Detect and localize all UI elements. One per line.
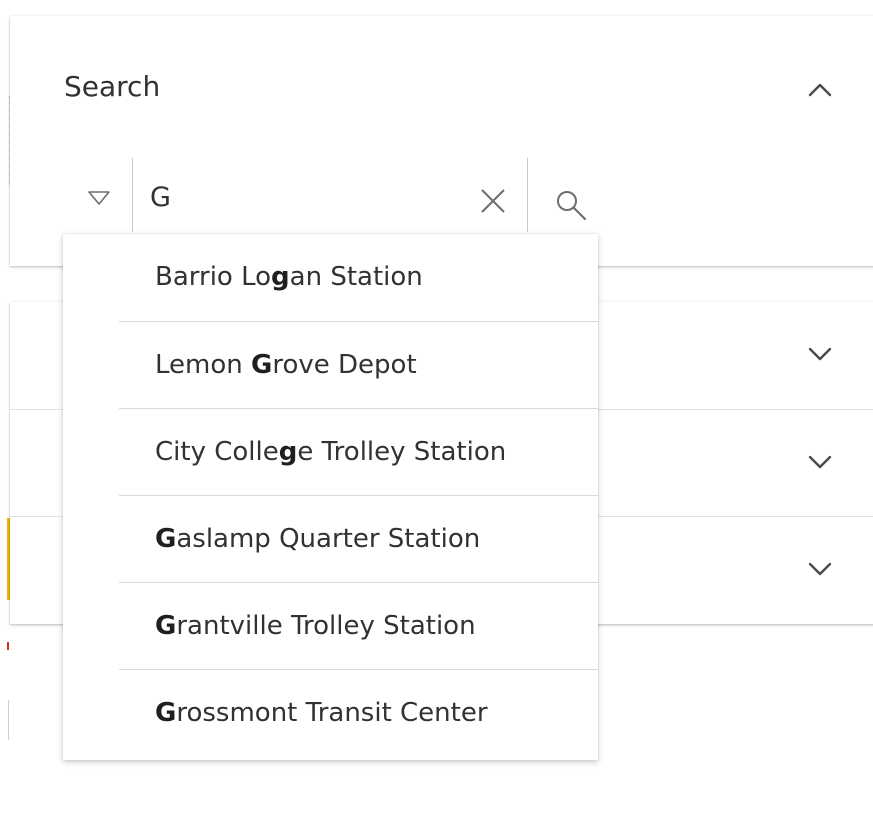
suggestion-text: Grantville Trolley Station — [155, 611, 476, 641]
chevron-up-icon[interactable] — [806, 80, 834, 100]
search-input[interactable]: G — [150, 182, 171, 213]
search-divider — [527, 158, 528, 232]
close-icon[interactable] — [478, 186, 508, 216]
suggestion-item[interactable]: Grantville Trolley Station — [119, 582, 598, 670]
panel-title: Search — [64, 70, 161, 103]
suggestion-text: Gaslamp Quarter Station — [155, 524, 481, 554]
suggestion-text: City College Trolley Station — [155, 437, 507, 467]
search-panel: Search G — [10, 16, 873, 266]
chevron-down-icon[interactable] — [806, 559, 834, 579]
suggestion-text: Lemon Grove Depot — [155, 350, 417, 380]
suggestion-item[interactable]: Lemon Grove Depot — [119, 321, 598, 409]
chevron-down-icon[interactable] — [806, 452, 834, 472]
chevron-down-icon[interactable] — [806, 344, 834, 364]
search-icon[interactable] — [554, 188, 588, 222]
map-edge-marker — [7, 642, 9, 650]
suggestion-item[interactable]: City College Trolley Station — [119, 408, 598, 496]
suggestion-text: Grossmont Transit Center — [155, 698, 488, 728]
suggestion-item[interactable]: Grossmont Transit Center — [119, 669, 598, 757]
suggestion-list: Barrio Logan Station Lemon Grove Depot C… — [63, 234, 598, 760]
suggestion-item[interactable]: Barrio Logan Station — [119, 234, 598, 321]
suggestion-text: Barrio Logan Station — [155, 262, 423, 292]
triangle-down-icon[interactable] — [86, 188, 112, 208]
suggestion-item[interactable]: Gaslamp Quarter Station — [119, 495, 598, 583]
filter-divider — [132, 158, 133, 232]
map-edge-line — [8, 700, 9, 740]
